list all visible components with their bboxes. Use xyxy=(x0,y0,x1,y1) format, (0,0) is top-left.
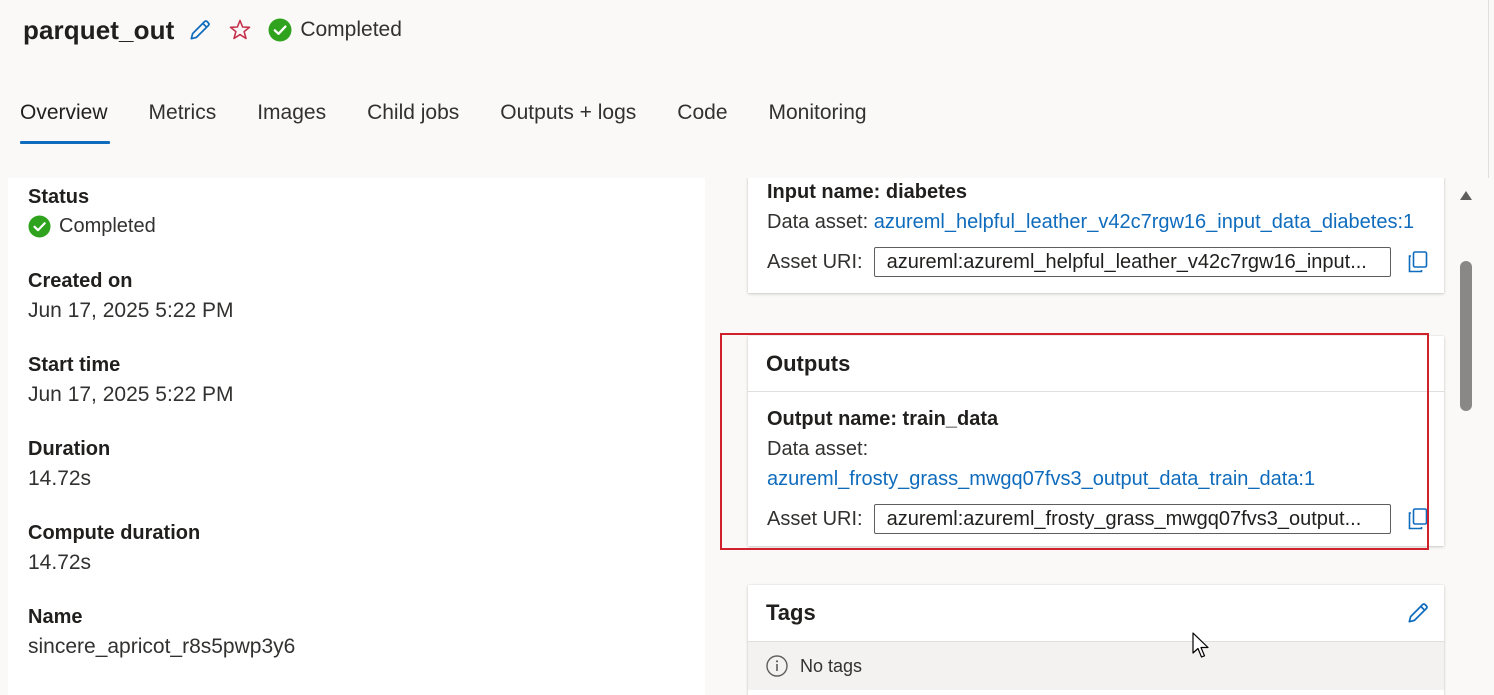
prop-created-label: Created on xyxy=(28,270,133,292)
scroll-up-button[interactable] xyxy=(1459,190,1473,202)
inputs-card: Input name: diabetes Data asset: azureml… xyxy=(748,178,1444,293)
prop-compute-duration: Compute duration 14.72s xyxy=(28,522,200,575)
details-area: Input name: diabetes Data asset: azureml… xyxy=(727,178,1467,695)
check-circle-icon xyxy=(28,215,51,238)
pencil-icon xyxy=(1408,603,1428,623)
prop-name-value: sincere_apricot_r8s5pwp3y6 xyxy=(28,635,296,658)
tab-metrics[interactable]: Metrics xyxy=(149,92,217,144)
input-data-asset-label: Data asset: xyxy=(767,211,869,233)
prop-duration-label: Duration xyxy=(28,438,111,460)
output-name: Output name: train_data xyxy=(767,408,999,430)
tags-card: Tags No tags xyxy=(748,585,1444,695)
prop-created: Created on Jun 17, 2025 5:22 PM xyxy=(28,270,233,323)
input-name: Input name: diabetes xyxy=(767,181,968,203)
outputs-card: Outputs Output name: train_data Data ass… xyxy=(748,336,1444,546)
no-tags-text: No tags xyxy=(800,655,863,676)
outputs-title: Outputs xyxy=(766,350,851,376)
input-asset-uri-field[interactable]: azureml:azureml_helpful_leather_v42c7rgw… xyxy=(873,247,1391,277)
info-icon xyxy=(766,655,788,677)
properties-panel: Status Completed Created on Jun 17, 2025… xyxy=(8,178,705,695)
tab-images[interactable]: Images xyxy=(257,92,326,144)
job-status-text: Completed xyxy=(300,18,402,41)
output-copy-uri-button[interactable] xyxy=(1407,507,1429,531)
output-asset-uri-field[interactable]: azureml:azureml_frosty_grass_mwgq07fvs3_… xyxy=(873,504,1391,534)
prop-status: Status Completed xyxy=(28,186,156,238)
prop-duration: Duration 14.72s xyxy=(28,438,110,491)
no-tags-message: No tags xyxy=(748,642,1444,690)
title-row: parquet_out Completed xyxy=(23,10,402,50)
tags-title: Tags xyxy=(766,600,816,625)
prop-start-time: Start time Jun 17, 2025 5:22 PM xyxy=(28,354,233,407)
tab-overview[interactable]: Overview xyxy=(20,92,110,144)
prop-compute-value: 14.72s xyxy=(28,551,92,574)
job-status: Completed xyxy=(268,18,402,42)
output-data-asset-label: Data asset: xyxy=(767,438,869,460)
copy-icon xyxy=(1408,251,1427,273)
outputs-header: Outputs xyxy=(748,336,1444,392)
prop-created-value: Jun 17, 2025 5:22 PM xyxy=(28,299,234,322)
tab-child-jobs[interactable]: Child jobs xyxy=(367,92,459,144)
prop-duration-value: 14.72s xyxy=(28,467,92,490)
input-copy-uri-button[interactable] xyxy=(1407,250,1429,274)
output-asset-uri-row: Asset URI: azureml:azureml_frosty_grass_… xyxy=(767,504,1429,534)
prop-start-label: Start time xyxy=(28,354,121,376)
check-circle-icon xyxy=(268,18,292,42)
copy-icon xyxy=(1408,508,1427,530)
tab-monitoring[interactable]: Monitoring xyxy=(769,92,867,144)
pencil-icon xyxy=(190,20,211,40)
output-asset-uri-label: Asset URI: xyxy=(767,507,863,530)
star-icon xyxy=(230,19,251,40)
prop-compute-label: Compute duration xyxy=(28,522,201,544)
triangle-up-icon xyxy=(1460,191,1472,200)
tab-outputs-logs[interactable]: Outputs + logs xyxy=(500,92,636,144)
edit-tags-button[interactable] xyxy=(1404,599,1432,627)
input-asset-uri-label: Asset URI: xyxy=(767,250,863,273)
prop-status-text: Completed xyxy=(59,215,156,237)
scroll-thumb[interactable] xyxy=(1460,261,1472,411)
edit-title-button[interactable] xyxy=(186,16,214,44)
input-data-asset-row: Data asset: azureml_helpful_leather_v42c… xyxy=(767,211,1414,234)
prop-name-label: Name xyxy=(28,606,83,628)
input-asset-uri-row: Asset URI: azureml:azureml_helpful_leath… xyxy=(767,247,1429,277)
output-data-asset-link[interactable]: azureml_frosty_grass_mwgq07fvs3_output_d… xyxy=(767,468,1315,491)
scrollbar[interactable] xyxy=(1455,178,1477,695)
prop-start-value: Jun 17, 2025 5:22 PM xyxy=(28,383,234,406)
tab-bar: Overview Metrics Images Child jobs Outpu… xyxy=(20,92,908,146)
input-data-asset-link[interactable]: azureml_helpful_leather_v42c7rgw16_input… xyxy=(874,211,1414,233)
prop-name: Name sincere_apricot_r8s5pwp3y6 xyxy=(28,606,295,659)
header-divider xyxy=(1488,0,1489,178)
prop-status-value: Completed xyxy=(28,215,156,238)
job-header: parquet_out Completed Overview Metrics I… xyxy=(0,0,1494,178)
tags-header: Tags xyxy=(748,585,1444,642)
favorite-button[interactable] xyxy=(226,16,254,44)
job-title: parquet_out xyxy=(23,14,175,45)
prop-status-label: Status xyxy=(28,186,90,208)
tab-code[interactable]: Code xyxy=(677,92,727,144)
